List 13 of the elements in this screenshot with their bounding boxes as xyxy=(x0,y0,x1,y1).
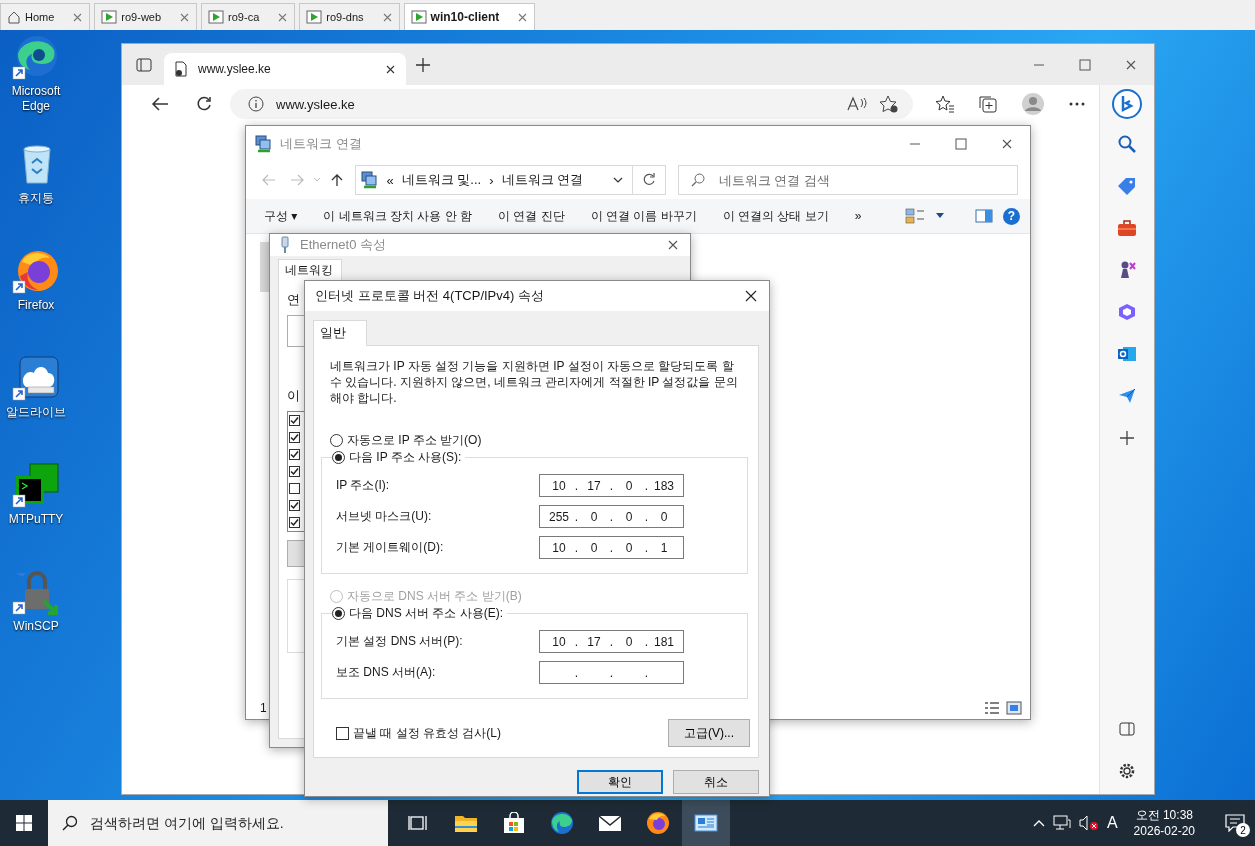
field-label: IP 주소(I): xyxy=(336,477,391,494)
field-label: 서브넷 마스크(U): xyxy=(336,508,433,525)
notification-count-badge: 2 xyxy=(1236,823,1250,837)
description: 네트워크가 IP 자동 설정 기능을 지원하면 IP 설정이 자동으로 할당되도록 할 수 있습니다. 지원하지 않으면, 네트워크 관리자에게 적절한 IP 설정값을 문의해야 합니다. xyxy=(330,358,739,406)
status-text: 1 xyxy=(260,701,267,715)
window-title: Ethernet0 속성 xyxy=(300,236,386,254)
list-label: 이 xyxy=(287,387,300,405)
field-label: 기본 설정 DNS 서버(P): xyxy=(336,633,464,650)
field-label: 연 xyxy=(287,291,300,309)
field-label: 기본 게이트웨이(D): xyxy=(336,539,445,556)
window-title: 네트워크 연결 xyxy=(280,134,362,153)
field-label: 보조 DNS 서버(A): xyxy=(336,664,437,681)
window-title: 인터넷 프로토콜 버전 4(TCP/IPv4) 속성 xyxy=(315,287,544,305)
